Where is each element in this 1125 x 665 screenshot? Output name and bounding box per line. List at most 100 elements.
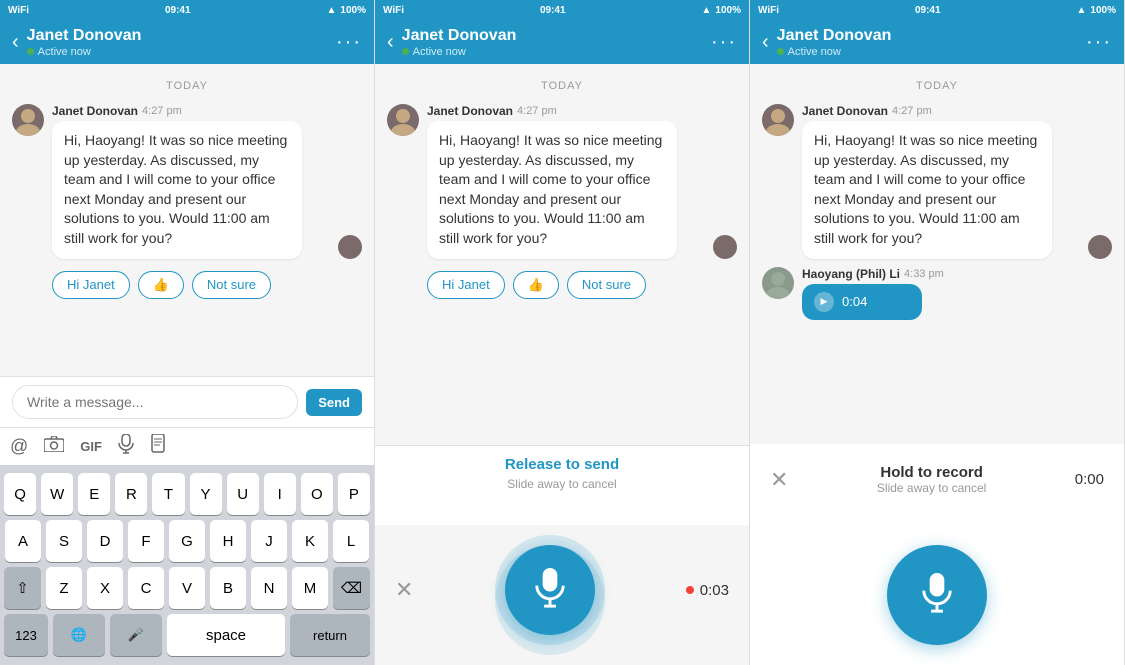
camera-icon[interactable]: [44, 436, 64, 457]
back-button-1[interactable]: ‹: [12, 31, 19, 54]
status-bar-2: WiFi 09:41 ▲ 100%: [375, 0, 749, 20]
key-w[interactable]: W: [41, 473, 73, 515]
cancel-recording-2[interactable]: ✕: [395, 577, 413, 603]
hold-controls-3: ✕ Hold to record Slide away to cancel 0:…: [750, 444, 1124, 525]
key-j[interactable]: J: [251, 520, 287, 562]
bubble-header-3a: Janet Donovan 4:27 pm: [802, 104, 1080, 118]
key-row-1: Q W E R T Y U I O P: [4, 473, 370, 515]
key-r[interactable]: R: [115, 473, 147, 515]
back-button-2[interactable]: ‹: [387, 31, 394, 54]
key-n[interactable]: N: [251, 567, 287, 609]
active-dot-1: [27, 48, 34, 55]
key-x[interactable]: X: [87, 567, 123, 609]
message-time-2: 4:27 pm: [517, 105, 557, 117]
message-bubble-3a: Hi, Haoyang! It was so nice meeting up y…: [802, 121, 1052, 259]
slide-cancel-label-2: Slide away to cancel: [375, 477, 749, 491]
nav-header-2: ‹ Janet Donovan Active now ···: [375, 20, 749, 64]
key-y[interactable]: Y: [190, 473, 222, 515]
attachment-icon[interactable]: [150, 434, 166, 459]
release-text: Release to send: [505, 456, 619, 473]
chip-hi-janet-2[interactable]: Hi Janet: [427, 271, 505, 299]
signal-icon-1: ▲: [327, 5, 337, 16]
key-b[interactable]: B: [210, 567, 246, 609]
more-options-1[interactable]: ···: [336, 31, 362, 54]
key-k[interactable]: K: [292, 520, 328, 562]
avatar-janet-2: [387, 104, 419, 136]
mic-big-button-2[interactable]: [505, 545, 595, 635]
key-h[interactable]: H: [210, 520, 246, 562]
sender-name-3b: Haoyang (Phil) Li: [802, 267, 900, 281]
key-s[interactable]: S: [46, 520, 82, 562]
date-separator-2: TODAY: [375, 80, 749, 92]
message-input-1[interactable]: [12, 385, 298, 419]
status-bar-3: WiFi 09:41 ▲ 100%: [750, 0, 1124, 20]
send-button-1[interactable]: Send: [306, 389, 362, 416]
key-v[interactable]: V: [169, 567, 205, 609]
play-icon-3[interactable]: ▶: [814, 292, 834, 312]
mic-icon[interactable]: [118, 434, 134, 459]
status-right-1: ▲ 100%: [327, 5, 366, 16]
key-p[interactable]: P: [338, 473, 370, 515]
status-right-2: ▲ 100%: [702, 5, 741, 16]
back-button-3[interactable]: ‹: [762, 31, 769, 54]
key-m[interactable]: M: [292, 567, 328, 609]
key-l[interactable]: L: [333, 520, 369, 562]
contact-name-3: Janet Donovan: [777, 26, 1086, 45]
mic-hold-button-3[interactable]: [887, 545, 987, 645]
nav-header-1: ‹ Janet Donovan Active now ···: [0, 20, 374, 64]
key-z[interactable]: Z: [46, 567, 82, 609]
status-text-3: Active now: [788, 46, 841, 58]
key-d[interactable]: D: [87, 520, 123, 562]
chip-thumbs-2[interactable]: 👍: [513, 271, 559, 299]
active-dot-3: [777, 48, 784, 55]
cancel-hold-3[interactable]: ✕: [770, 467, 788, 493]
at-icon[interactable]: @: [10, 436, 28, 457]
gif-icon[interactable]: GIF: [80, 439, 102, 454]
key-a[interactable]: A: [5, 520, 41, 562]
key-o[interactable]: O: [301, 473, 333, 515]
bubble-wrap-3b: Haoyang (Phil) Li 4:33 pm ▶ 0:04: [802, 267, 1112, 320]
key-row-2: A S D F G H J K L: [4, 520, 370, 562]
key-shift[interactable]: ⇧: [4, 567, 41, 609]
key-mic-kb[interactable]: 🎤: [110, 614, 162, 656]
avatar-janet-3: [762, 104, 794, 136]
audio-bubble-3[interactable]: ▶ 0:04: [802, 284, 922, 320]
key-f[interactable]: F: [128, 520, 164, 562]
hold-timer-3: 0:00: [1075, 471, 1104, 488]
hold-status-3: Hold to record Slide away to cancel: [788, 464, 1074, 495]
read-avatar-3: [1088, 235, 1112, 259]
read-avatar-1: [338, 235, 362, 259]
key-q[interactable]: Q: [4, 473, 36, 515]
chip-not-sure-1[interactable]: Not sure: [192, 271, 271, 299]
recording-controls-2: ✕ 0:03: [375, 525, 749, 665]
more-options-2[interactable]: ···: [711, 31, 737, 54]
avatar-haoyang-3: [762, 267, 794, 299]
key-g[interactable]: G: [169, 520, 205, 562]
signal-icon-3: ▲: [1077, 5, 1087, 16]
panel-2: WiFi 09:41 ▲ 100% ‹ Janet Donovan Active…: [375, 0, 750, 665]
more-options-3[interactable]: ···: [1086, 31, 1112, 54]
key-t[interactable]: T: [152, 473, 184, 515]
key-space[interactable]: space: [167, 614, 285, 656]
bubble-header-1: Janet Donovan 4:27 pm: [52, 104, 330, 118]
hold-sub-3: Slide away to cancel: [788, 481, 1074, 495]
key-i[interactable]: I: [264, 473, 296, 515]
chip-hi-janet-1[interactable]: Hi Janet: [52, 271, 130, 299]
contact-name-2: Janet Donovan: [402, 26, 711, 45]
key-u[interactable]: U: [227, 473, 259, 515]
avatar-janet-1: [12, 104, 44, 136]
chip-not-sure-2[interactable]: Not sure: [567, 271, 646, 299]
key-delete[interactable]: ⌫: [333, 567, 370, 609]
panel-1: WiFi 09:41 ▲ 100% ‹ Janet Donovan Active…: [0, 0, 375, 665]
message-bubble-1: Hi, Haoyang! It was so nice meeting up y…: [52, 121, 302, 259]
sender-name-3a: Janet Donovan: [802, 104, 888, 118]
key-globe[interactable]: 🌐: [53, 614, 105, 656]
contact-status-1: Active now: [27, 46, 336, 58]
key-num[interactable]: 123: [4, 614, 48, 656]
key-e[interactable]: E: [78, 473, 110, 515]
chip-thumbs-1[interactable]: 👍: [138, 271, 184, 299]
key-c[interactable]: C: [128, 567, 164, 609]
message-time-3a: 4:27 pm: [892, 105, 932, 117]
key-return[interactable]: return: [290, 614, 370, 656]
message-time-1: 4:27 pm: [142, 105, 182, 117]
